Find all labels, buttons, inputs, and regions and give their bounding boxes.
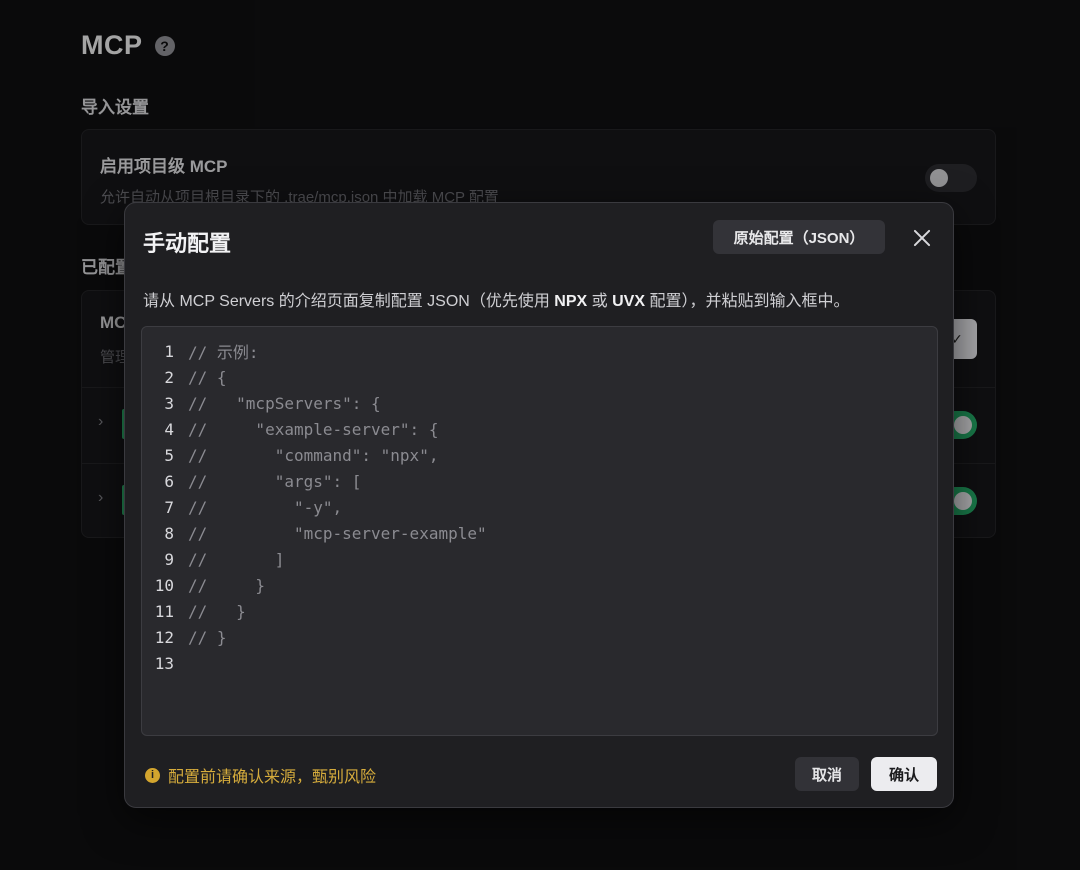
- line-number: 4: [164, 419, 174, 439]
- confirm-button[interactable]: 确认: [871, 757, 937, 791]
- code-line: 5 // "command": "npx",: [142, 442, 438, 468]
- description-npx: NPX: [554, 293, 588, 310]
- code-text: // {: [188, 367, 227, 387]
- code-line: 11 // }: [142, 598, 246, 624]
- line-number: 5: [164, 445, 174, 465]
- code-line: 7 // "-y",: [142, 494, 342, 520]
- description-uvx: UVX: [612, 293, 646, 310]
- code-line: 3 // "mcpServers": {: [142, 390, 381, 416]
- line-number: 8: [164, 523, 174, 543]
- code-text: // ]: [188, 549, 285, 569]
- line-number: 1: [164, 341, 174, 361]
- line-number: 11: [154, 601, 174, 621]
- line-number: 2: [164, 367, 174, 387]
- description-text: 请从 MCP Servers 的介绍页面复制配置 JSON（优先使用: [143, 293, 555, 310]
- cancel-button[interactable]: 取消: [795, 757, 859, 791]
- dialog-title: 手动配置: [143, 231, 232, 256]
- code-text: // }: [188, 575, 266, 595]
- description-text: 或: [587, 293, 613, 310]
- description-text: 配置），并粘贴到输入框中。: [645, 293, 850, 310]
- line-number: 3: [164, 393, 174, 413]
- line-number: 6: [164, 471, 174, 491]
- line-number: 7: [164, 497, 174, 517]
- code-line: 1 // 示例:: [142, 338, 259, 364]
- code-line: 6 // "args": [: [142, 468, 361, 494]
- code-text: // "example-server": {: [188, 419, 439, 439]
- code-text: // "args": [: [188, 471, 362, 491]
- manual-config-dialog: 手动配置 原始配置（JSON） 请从 MCP Servers 的介绍页面复制配置…: [124, 202, 954, 808]
- code-text: // "mcp-server-example": [188, 523, 487, 543]
- source-warning: i 配置前请确认来源，甄别风险: [145, 763, 376, 787]
- code-text: // "mcpServers": {: [188, 393, 381, 413]
- info-icon: i: [145, 767, 160, 783]
- dialog-description: 请从 MCP Servers 的介绍页面复制配置 JSON（优先使用 NPX 或…: [143, 287, 849, 311]
- line-number: 13: [154, 653, 174, 673]
- raw-config-json-button[interactable]: 原始配置（JSON）: [713, 220, 885, 254]
- code-line: 13: [142, 650, 188, 676]
- code-text: // }: [188, 627, 227, 647]
- code-text: // }: [188, 601, 246, 621]
- close-icon[interactable]: [911, 227, 933, 249]
- code-line: 4 // "example-server": {: [142, 416, 438, 442]
- mcp-settings-page: MCP ? 导入设置 启用项目级 MCP 允许自动从项目根目录下的 .trae/…: [0, 0, 1080, 870]
- code-line: 12 // }: [142, 624, 227, 650]
- code-line: 2 // {: [142, 364, 227, 390]
- line-number: 10: [154, 575, 174, 595]
- line-number: 12: [154, 627, 174, 647]
- warning-text: 配置前请确认来源，甄别风险: [168, 769, 377, 786]
- code-line: 9 // ]: [142, 546, 284, 572]
- code-line: 8 // "mcp-server-example": [142, 520, 487, 546]
- line-number: 9: [164, 549, 174, 569]
- code-text: // "-y",: [188, 497, 343, 517]
- code-text: // "command": "npx",: [188, 445, 439, 465]
- json-config-editor[interactable]: 1 // 示例: 2 // { 3 // "mcpServers": { 4 // "e…: [141, 326, 938, 736]
- code-text: // 示例:: [188, 343, 259, 362]
- code-line: 10 // }: [142, 572, 265, 598]
